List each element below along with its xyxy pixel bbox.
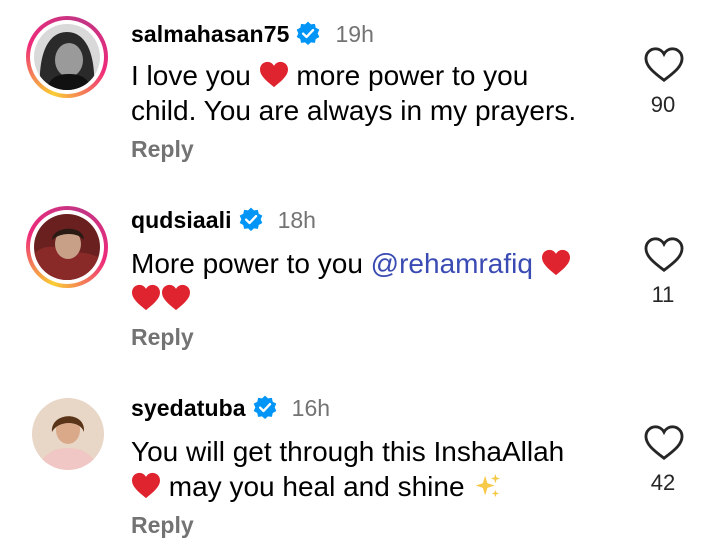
sparkles-emoji	[476, 473, 501, 498]
timestamp: 18h	[277, 206, 316, 233]
comment-text: You will get through this InshaAllah may…	[131, 436, 565, 502]
verified-badge-icon	[252, 395, 278, 421]
like-count: 42	[650, 470, 676, 495]
reply-button[interactable]: Reply	[131, 136, 194, 163]
like-heart-icon[interactable]	[643, 424, 685, 462]
username[interactable]: salmahasan75	[131, 21, 289, 48]
verified-badge-icon	[295, 21, 321, 47]
heart-emoji	[131, 284, 161, 312]
heart-emoji	[259, 61, 289, 89]
username[interactable]: qudsiaali	[131, 207, 232, 234]
avatar[interactable]	[26, 206, 108, 288]
heart-emoji	[541, 249, 571, 277]
reply-button[interactable]: Reply	[131, 324, 194, 351]
comment-text: More power to you @rehamrafiq	[131, 246, 571, 316]
avatar[interactable]	[26, 16, 108, 98]
avatar-photo	[34, 24, 100, 90]
avatar-photo	[32, 398, 104, 470]
like-heart-icon[interactable]	[643, 236, 685, 274]
like-count: 11	[651, 282, 675, 307]
username[interactable]: syedatuba	[131, 395, 246, 422]
reply-button[interactable]: Reply	[131, 512, 194, 539]
heart-emoji	[161, 284, 191, 312]
like-heart-icon[interactable]	[643, 46, 685, 84]
timestamp: 19h	[335, 20, 374, 47]
avatar-photo	[34, 214, 100, 280]
comment-text: I love you more power to you child. You …	[131, 60, 577, 126]
timestamp: 16h	[291, 394, 331, 421]
mention-link[interactable]: @rehamrafiq	[371, 248, 533, 279]
like-count: 90	[650, 92, 676, 117]
verified-badge-icon	[238, 207, 264, 233]
heart-emoji	[131, 472, 161, 500]
avatar[interactable]	[26, 396, 108, 478]
